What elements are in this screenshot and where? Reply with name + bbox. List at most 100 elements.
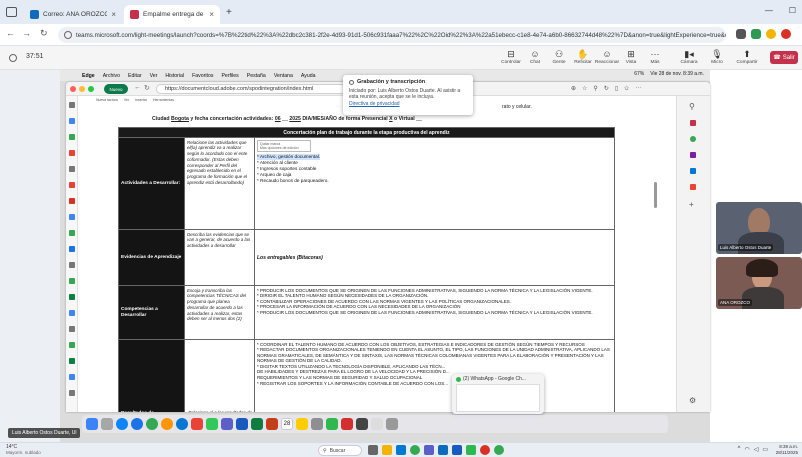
file-explorer-icon[interactable] [382,445,392,455]
edge-profile-pill: Nuevo [104,84,128,94]
table-row: Evidencias de Aprendizaje Describa las e… [118,229,616,286]
mac-menu-item: Ayuda [300,72,316,79]
recording-notice: Grabación y transcripción Iniciado por: … [343,75,473,115]
content-line: * Producir los documentos que se origine… [257,309,593,315]
participant-tile[interactable]: ANA OROZCO [716,257,802,309]
taskbar-apps [368,445,504,455]
favorites-icon: ✩ [624,86,630,92]
app-icon [176,418,188,430]
table-row: Competencias a Desarrollar Escoja y tran… [118,285,616,340]
mic-button[interactable]: 🎙 Micro [702,49,732,65]
profile-avatar[interactable] [781,29,791,39]
tab-teams-meeting[interactable]: Empalme entrega de ficha × [124,5,220,24]
mac-menu-item: Edge [82,72,95,79]
edge-left-sidebar [66,96,78,412]
mac-dock: 28 [82,415,668,433]
description-cell: Relacione las actividades que el(la) apr… [184,137,255,230]
reload-icon[interactable]: ↻ [40,28,48,39]
ciudad-value: Bogota [171,116,189,122]
tab-title: Correo: ANA OROZCO - Outlo [43,11,108,18]
minimize-icon[interactable]: — [765,6,773,15]
outlook-icon[interactable] [438,445,448,455]
recording-icon [9,54,17,62]
sidebar-app-icon [690,168,696,174]
tab-icon [69,118,75,124]
content-line: * Archivo, gestión documental. [257,153,321,160]
participant-tile[interactable]: Luis Alberto Ostos Duarte [716,202,802,254]
battery-label: 67% [634,71,645,77]
battery-icon[interactable]: ▭ [762,446,768,453]
content-cell[interactable]: Quitar marca Más opciones de edición * A… [253,137,616,230]
mac-menu-item: Ver [149,72,158,79]
new-tab-button[interactable]: + [226,7,232,18]
taskbar-search[interactable]: ⚲ Buscar [318,445,362,456]
task-view-icon[interactable] [368,445,378,455]
content-line: * Registrar los soportes y la informació… [257,380,448,386]
meeting-controls-bar: 37:51 ⊟ Controlar ☺ Chat ⚇ Gente ✋ Reficitar… [0,46,802,70]
forward-icon[interactable]: → [22,28,31,38]
chrome-icon[interactable] [410,445,420,455]
volume-icon[interactable]: ◁ [754,446,759,453]
document-page: Nueva factura Ver Insertar Herramientas … [92,96,632,412]
share-button[interactable]: ⬆ Compartir [732,49,762,65]
tab-icon [69,326,75,332]
teams-icon [221,418,233,430]
content-cell[interactable]: * Coordinar el talento humano de acuerdo… [253,339,616,412]
word-icon[interactable] [452,445,462,455]
leave-button[interactable]: ☎ Salir [770,51,798,64]
microphone-icon: 🎙 [711,49,723,59]
search-icon: ⚲ [323,447,327,454]
recording-notice-body: Iniciado por: Luis Alberto Ostos Duarte.… [349,88,461,100]
tab-icon [69,166,75,172]
url-text: teams.microsoft.com/light-meetings/launc… [76,31,726,39]
category-cell: Evidencias de Aprendizaje [118,229,185,286]
extension-icon[interactable] [736,29,746,39]
close-tab-icon[interactable]: × [111,10,116,19]
camera-button[interactable]: ▮◂ Cámara [674,49,704,65]
privacy-policy-link[interactable]: Directiva de privacidad [349,101,467,107]
content-cell[interactable]: Los entregables (Bitacoras) [253,229,616,286]
minimize-window-icon [79,86,85,92]
reload-icon: ↻ [144,85,150,92]
chrome-icon[interactable] [494,445,504,455]
url-input[interactable]: teams.microsoft.com/light-meetings/launc… [58,27,726,43]
chevron-up-icon[interactable]: ^ [738,446,741,453]
calendar-icon: 28 [281,418,293,430]
content-line: * Redactar documentos organizacionales t… [257,347,610,364]
notes-icon [296,418,308,430]
edge-icon[interactable] [396,445,406,455]
maximize-icon[interactable]: ☐ [789,6,796,15]
tab-icon [69,294,75,300]
document-scrollbar [654,182,657,208]
mac-menu-item: Ventana [273,72,293,79]
taskbar-clock[interactable]: 8:39 a.m. 28/11/2025 [776,444,798,456]
whatsapp-icon[interactable] [466,445,476,455]
phone-hangup-icon: ☎ [773,55,781,61]
doc-menu-item: Nueva factura [96,98,118,102]
content-cell[interactable]: * Producir los documentos que se origine… [253,285,616,340]
sidebar-app-icon [690,184,696,190]
mac-menu-item: Archivo [102,72,120,79]
close-tab-icon[interactable]: × [209,10,214,19]
extension-icons [736,29,791,39]
presencial-mark: X [389,116,393,122]
teams-icon[interactable] [424,445,434,455]
weather-widget[interactable]: 14°C Mayorm. nublado [6,444,41,456]
tab-icon [69,390,75,396]
system-tray: ^ ◠ ◁ ▭ [738,446,768,453]
tab-actions-icon[interactable] [6,7,17,17]
tab-outlook-mail[interactable]: Correo: ANA OROZCO - Outlo × [24,5,122,24]
chrome-icon [146,418,158,430]
bookmark-star-icon[interactable] [766,29,776,39]
sidebar-app-icon [690,120,696,126]
teams-stage-left-margin [0,70,60,442]
more-button[interactable]: ··· Más [640,49,670,65]
extension-icon[interactable] [751,29,761,39]
back-icon[interactable]: ← [6,28,15,38]
chrome-profile-icon[interactable] [480,445,490,455]
mac-menu-item: Favoritos [192,72,214,79]
ciudad-label: Ciudad [152,116,170,122]
city-date-line: Ciudad Bogota y fecha concertación activ… [152,116,422,122]
site-info-icon[interactable] [64,31,72,39]
wifi-icon[interactable]: ◠ [744,446,749,453]
